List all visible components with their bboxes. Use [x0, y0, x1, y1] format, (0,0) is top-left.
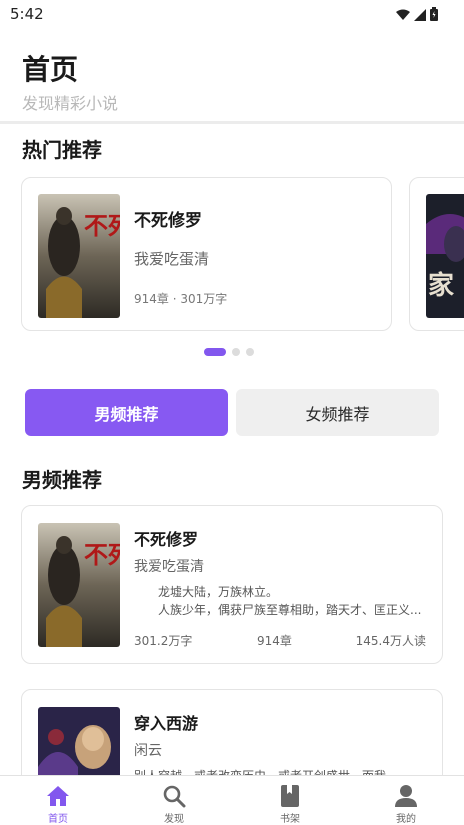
search-icon [161, 784, 187, 808]
header-divider [0, 121, 464, 124]
book-cover-image: 不死修罗 [38, 523, 120, 647]
carousel-dot[interactable] [246, 348, 254, 356]
cell-signal-icon [414, 6, 426, 25]
cover-title-text: 不死修罗 [84, 540, 120, 569]
nav-label-bookshelf: 书架 [280, 814, 300, 825]
book-chapter-count: 914章 [257, 634, 292, 648]
cover-title-text: 家 [428, 270, 454, 301]
nav-item-discover[interactable]: 发现 [116, 776, 232, 825]
tab-female-recommend[interactable]: 女频推荐 [236, 389, 439, 436]
nav-item-bookshelf[interactable]: 书架 [232, 776, 348, 825]
hot-section-title: 热门推荐 [22, 138, 102, 162]
bottom-nav: 首页 发现 书架 我的 [0, 775, 464, 825]
book-cover-image: 不死修罗 [38, 194, 120, 318]
list-section-title: 男频推荐 [22, 468, 102, 492]
tab-male-recommend[interactable]: 男频推荐 [25, 389, 228, 436]
status-bar: 5:42 [0, 0, 464, 28]
home-icon [45, 784, 71, 808]
status-icons [396, 6, 438, 25]
carousel-indicator [204, 348, 254, 356]
book-word-count: 301.2万字 [134, 634, 193, 648]
profile-icon [393, 784, 419, 808]
status-time: 5:42 [10, 5, 44, 23]
book-title: 不死修罗 [134, 530, 199, 549]
hot-book-meta: 914章 · 301万字 [134, 292, 228, 306]
hot-book-card[interactable]: 不死修罗 不死修罗 我爱吃蛋清 914章 · 301万字 [21, 177, 392, 331]
book-description: 龙墟大陆，万族林立。 [158, 585, 279, 599]
book-author: 闲云 [134, 743, 162, 759]
nav-item-profile[interactable]: 我的 [348, 776, 464, 825]
nav-label-profile: 我的 [396, 814, 416, 825]
wifi-icon [396, 6, 410, 25]
page-subtitle: 发现精彩小说 [22, 94, 119, 113]
book-title: 穿入西游 [134, 714, 199, 733]
nav-label-discover: 发现 [164, 814, 184, 825]
book-list-item[interactable]: 不死修罗 不死修罗 我爱吃蛋清 龙墟大陆，万族林立。 人族少年，偶获尸族至尊相助… [21, 505, 443, 664]
page-title: 首页 [22, 53, 79, 86]
carousel-dot[interactable] [232, 348, 240, 356]
hot-book-title: 不死修罗 [134, 211, 202, 231]
carousel-dot[interactable] [204, 348, 226, 356]
hot-book-author: 我爱吃蛋清 [134, 250, 210, 268]
book-description: 人族少年，偶获尸族至尊相助，踏天才、匡正义... [158, 603, 422, 617]
cover-title-text: 不死修罗 [84, 211, 120, 240]
hot-book-card-next[interactable]: 家 [409, 177, 464, 331]
nav-item-home[interactable]: 首页 [0, 776, 116, 825]
book-reader-count: 145.4万人读 [355, 634, 426, 648]
book-cover-image: 家 [426, 194, 464, 318]
bookshelf-icon [277, 784, 303, 808]
book-author: 我爱吃蛋清 [134, 559, 204, 575]
battery-icon [430, 6, 438, 25]
nav-label-home: 首页 [48, 814, 68, 825]
page-header: 首页 发现精彩小说 [0, 28, 464, 122]
